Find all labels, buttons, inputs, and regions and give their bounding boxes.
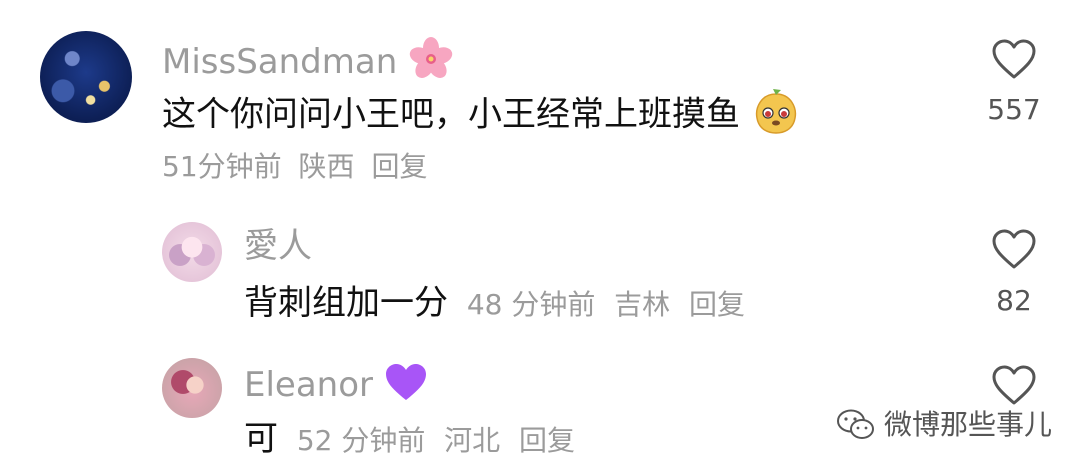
comment-text-row: 可 52 分钟前 河北 回复: [244, 418, 575, 460]
like-count: 557: [987, 93, 1041, 126]
like-heart-icon[interactable]: [991, 38, 1037, 80]
reply-button[interactable]: 回复: [371, 150, 427, 183]
comment-location: 河北: [444, 424, 501, 457]
comment-username[interactable]: Eleanor: [244, 362, 428, 411]
comment-meta: 51分钟前 陕西 回复: [162, 150, 427, 184]
comment-location: 吉林: [614, 288, 671, 321]
avatar-misssandman[interactable]: [40, 31, 132, 123]
username-text[interactable]: MissSandman: [162, 42, 397, 82]
avatar-eleanor[interactable]: [162, 358, 222, 418]
doge-mango-emoji: [751, 86, 801, 146]
comment-text-row: 背刺组加一分 48 分钟前 吉林 回复: [244, 282, 745, 324]
comment-text: 这个你问问小王吧，小王经常上班摸鱼: [162, 86, 801, 146]
comment-username[interactable]: MissSandman: [162, 36, 454, 91]
purple-heart-emoji: [384, 362, 428, 411]
like-count: 82: [996, 284, 1032, 317]
comment-username[interactable]: 愛人: [244, 226, 312, 266]
like-heart-icon[interactable]: [991, 228, 1037, 270]
reply-button[interactable]: 回复: [519, 424, 575, 457]
username-text[interactable]: Eleanor: [244, 365, 373, 405]
wechat-icon: [836, 408, 876, 446]
like-heart-icon[interactable]: [991, 364, 1037, 406]
avatar-airen[interactable]: [162, 222, 222, 282]
watermark-text: 微博那些事儿: [884, 408, 1053, 441]
comment-time: 51分钟前: [162, 150, 282, 183]
reply-button[interactable]: 回复: [689, 288, 745, 321]
comment-text: 可: [244, 419, 278, 459]
comment-location: 陕西: [298, 150, 355, 183]
comment-time: 48 分钟前: [466, 288, 596, 321]
comment-text: 背刺组加一分: [244, 283, 448, 323]
comment-time: 52 分钟前: [296, 424, 426, 457]
cherry-blossom-emoji: [408, 36, 454, 91]
